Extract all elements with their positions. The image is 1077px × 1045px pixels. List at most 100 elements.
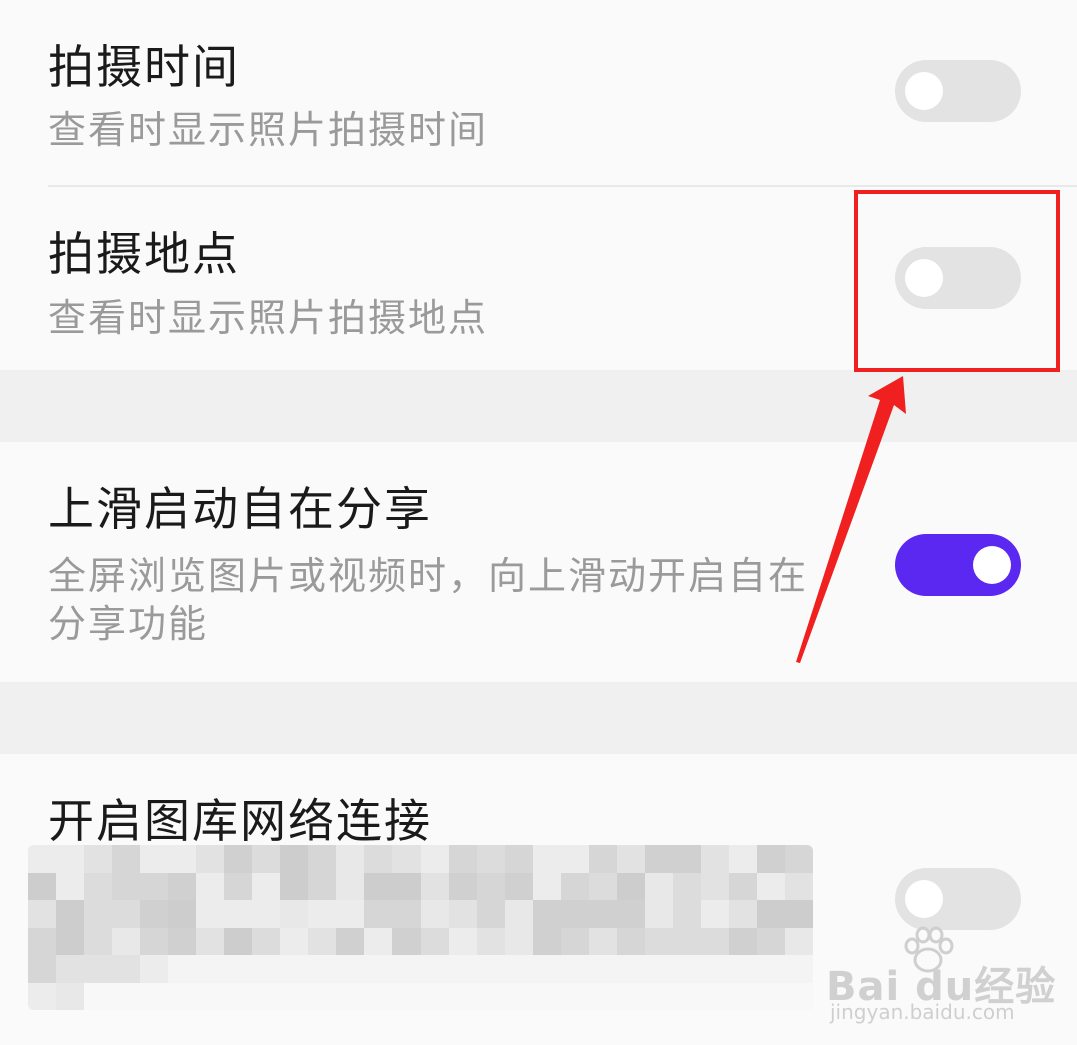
- mosaic-cell: [28, 872, 57, 900]
- mosaic-cell: [56, 845, 85, 873]
- mosaic-cell: [616, 927, 645, 955]
- mosaic-cell: [224, 927, 253, 955]
- mosaic-cell: [504, 955, 533, 983]
- mosaic-cell: [252, 982, 281, 1010]
- mosaic-cell: [504, 927, 533, 955]
- mosaic-cell: [392, 872, 421, 900]
- setting-title: 拍摄地点: [48, 227, 240, 281]
- mosaic-cell: [196, 955, 225, 983]
- mosaic-cell: [560, 982, 589, 1010]
- mosaic-cell: [728, 955, 757, 983]
- mosaic-cell: [112, 872, 141, 900]
- mosaic-cell: [448, 872, 477, 900]
- mosaic-cell: [308, 845, 337, 873]
- mosaic-cell: [588, 927, 617, 955]
- mosaic-cell: [644, 900, 673, 928]
- mosaic-cell: [700, 927, 729, 955]
- mosaic-cell: [784, 955, 813, 983]
- mosaic-cell: [756, 900, 785, 928]
- mosaic-cell: [644, 982, 673, 1010]
- mosaic-cell: [84, 927, 113, 955]
- mosaic-cell: [28, 927, 57, 955]
- setting-row-swipe-up-share[interactable]: 上滑启动自在分享 全屏浏览图片或视频时，向上滑动开启自在分享功能: [0, 442, 1077, 682]
- mosaic-cell: [28, 982, 57, 1010]
- mosaic-cell: [756, 872, 785, 900]
- mosaic-cell: [392, 955, 421, 983]
- mosaic-cell: [504, 900, 533, 928]
- swipe-up-share-toggle[interactable]: [895, 534, 1021, 596]
- mosaic-cell: [168, 927, 197, 955]
- mosaic-cell: [532, 872, 561, 900]
- mosaic-cell: [336, 955, 365, 983]
- mosaic-cell: [84, 845, 113, 873]
- mosaic-cell: [700, 955, 729, 983]
- mosaic-cell: [336, 845, 365, 873]
- mosaic-cell: [420, 955, 449, 983]
- mosaic-cell: [392, 982, 421, 1010]
- mosaic-cell: [672, 927, 701, 955]
- mosaic-cell: [728, 872, 757, 900]
- mosaic-cell: [84, 955, 113, 983]
- mosaic-cell: [56, 955, 85, 983]
- mosaic-cell: [532, 845, 561, 873]
- mosaic-cell: [476, 900, 505, 928]
- mosaic-cell: [588, 982, 617, 1010]
- mosaic-cell: [196, 927, 225, 955]
- mosaic-cell: [28, 845, 57, 873]
- mosaic-cell: [28, 955, 57, 983]
- mosaic-cell: [420, 927, 449, 955]
- mosaic-cell: [728, 927, 757, 955]
- mosaic-cell: [756, 845, 785, 873]
- mosaic-cell: [504, 982, 533, 1010]
- mosaic-cell: [336, 872, 365, 900]
- mosaic-cell: [224, 982, 253, 1010]
- mosaic-cell: [532, 927, 561, 955]
- mosaic-cell: [140, 927, 169, 955]
- mosaic-cell: [616, 845, 645, 873]
- mosaic-cell: [392, 900, 421, 928]
- mosaic-cell: [112, 900, 141, 928]
- mosaic-cell: [420, 900, 449, 928]
- mosaic-cell: [280, 927, 309, 955]
- mosaic-cell: [560, 845, 589, 873]
- mosaic-cell: [308, 927, 337, 955]
- shooting-time-toggle[interactable]: [895, 60, 1021, 122]
- mosaic-cell: [364, 845, 393, 873]
- mosaic-cell: [308, 872, 337, 900]
- mosaic-cell: [196, 845, 225, 873]
- mosaic-cell: [280, 900, 309, 928]
- setting-subtitle: 查看时显示照片拍摄地点: [48, 296, 489, 340]
- section-gap: [0, 682, 1077, 754]
- mosaic-cell: [728, 845, 757, 873]
- mosaic-cell: [336, 982, 365, 1010]
- toggle-knob: [905, 880, 943, 918]
- mosaic-cell: [112, 845, 141, 873]
- mosaic-cell: [448, 927, 477, 955]
- mosaic-cell: [504, 845, 533, 873]
- mosaic-cell: [140, 982, 169, 1010]
- settings-screen: 拍摄时间 查看时显示照片拍摄时间 拍摄地点 查看时显示照片拍摄地点 上滑启动自在…: [0, 0, 1077, 1045]
- mosaic-cell: [56, 872, 85, 900]
- mosaic-cell: [476, 982, 505, 1010]
- setting-title: 拍摄时间: [48, 40, 240, 94]
- mosaic-cell: [756, 955, 785, 983]
- settings-group-share: 上滑启动自在分享 全屏浏览图片或视频时，向上滑动开启自在分享功能: [0, 442, 1077, 682]
- mosaic-cell: [644, 955, 673, 983]
- mosaic-cell: [280, 845, 309, 873]
- mosaic-cell: [784, 845, 813, 873]
- mosaic-cell: [364, 900, 393, 928]
- toggle-knob: [905, 72, 943, 110]
- mosaic-cell: [392, 845, 421, 873]
- mosaic-cell: [700, 982, 729, 1010]
- mosaic-cell: [784, 900, 813, 928]
- mosaic-cell: [784, 872, 813, 900]
- mosaic-cell: [588, 845, 617, 873]
- mosaic-cell: [168, 845, 197, 873]
- mosaic-cell: [56, 927, 85, 955]
- mosaic-cell: [224, 900, 253, 928]
- mosaic-cell: [616, 955, 645, 983]
- mosaic-cell: [672, 845, 701, 873]
- annotation-highlight-box: [854, 190, 1060, 372]
- mosaic-cell: [84, 872, 113, 900]
- setting-row-shooting-time[interactable]: 拍摄时间 查看时显示照片拍摄时间: [0, 0, 1077, 186]
